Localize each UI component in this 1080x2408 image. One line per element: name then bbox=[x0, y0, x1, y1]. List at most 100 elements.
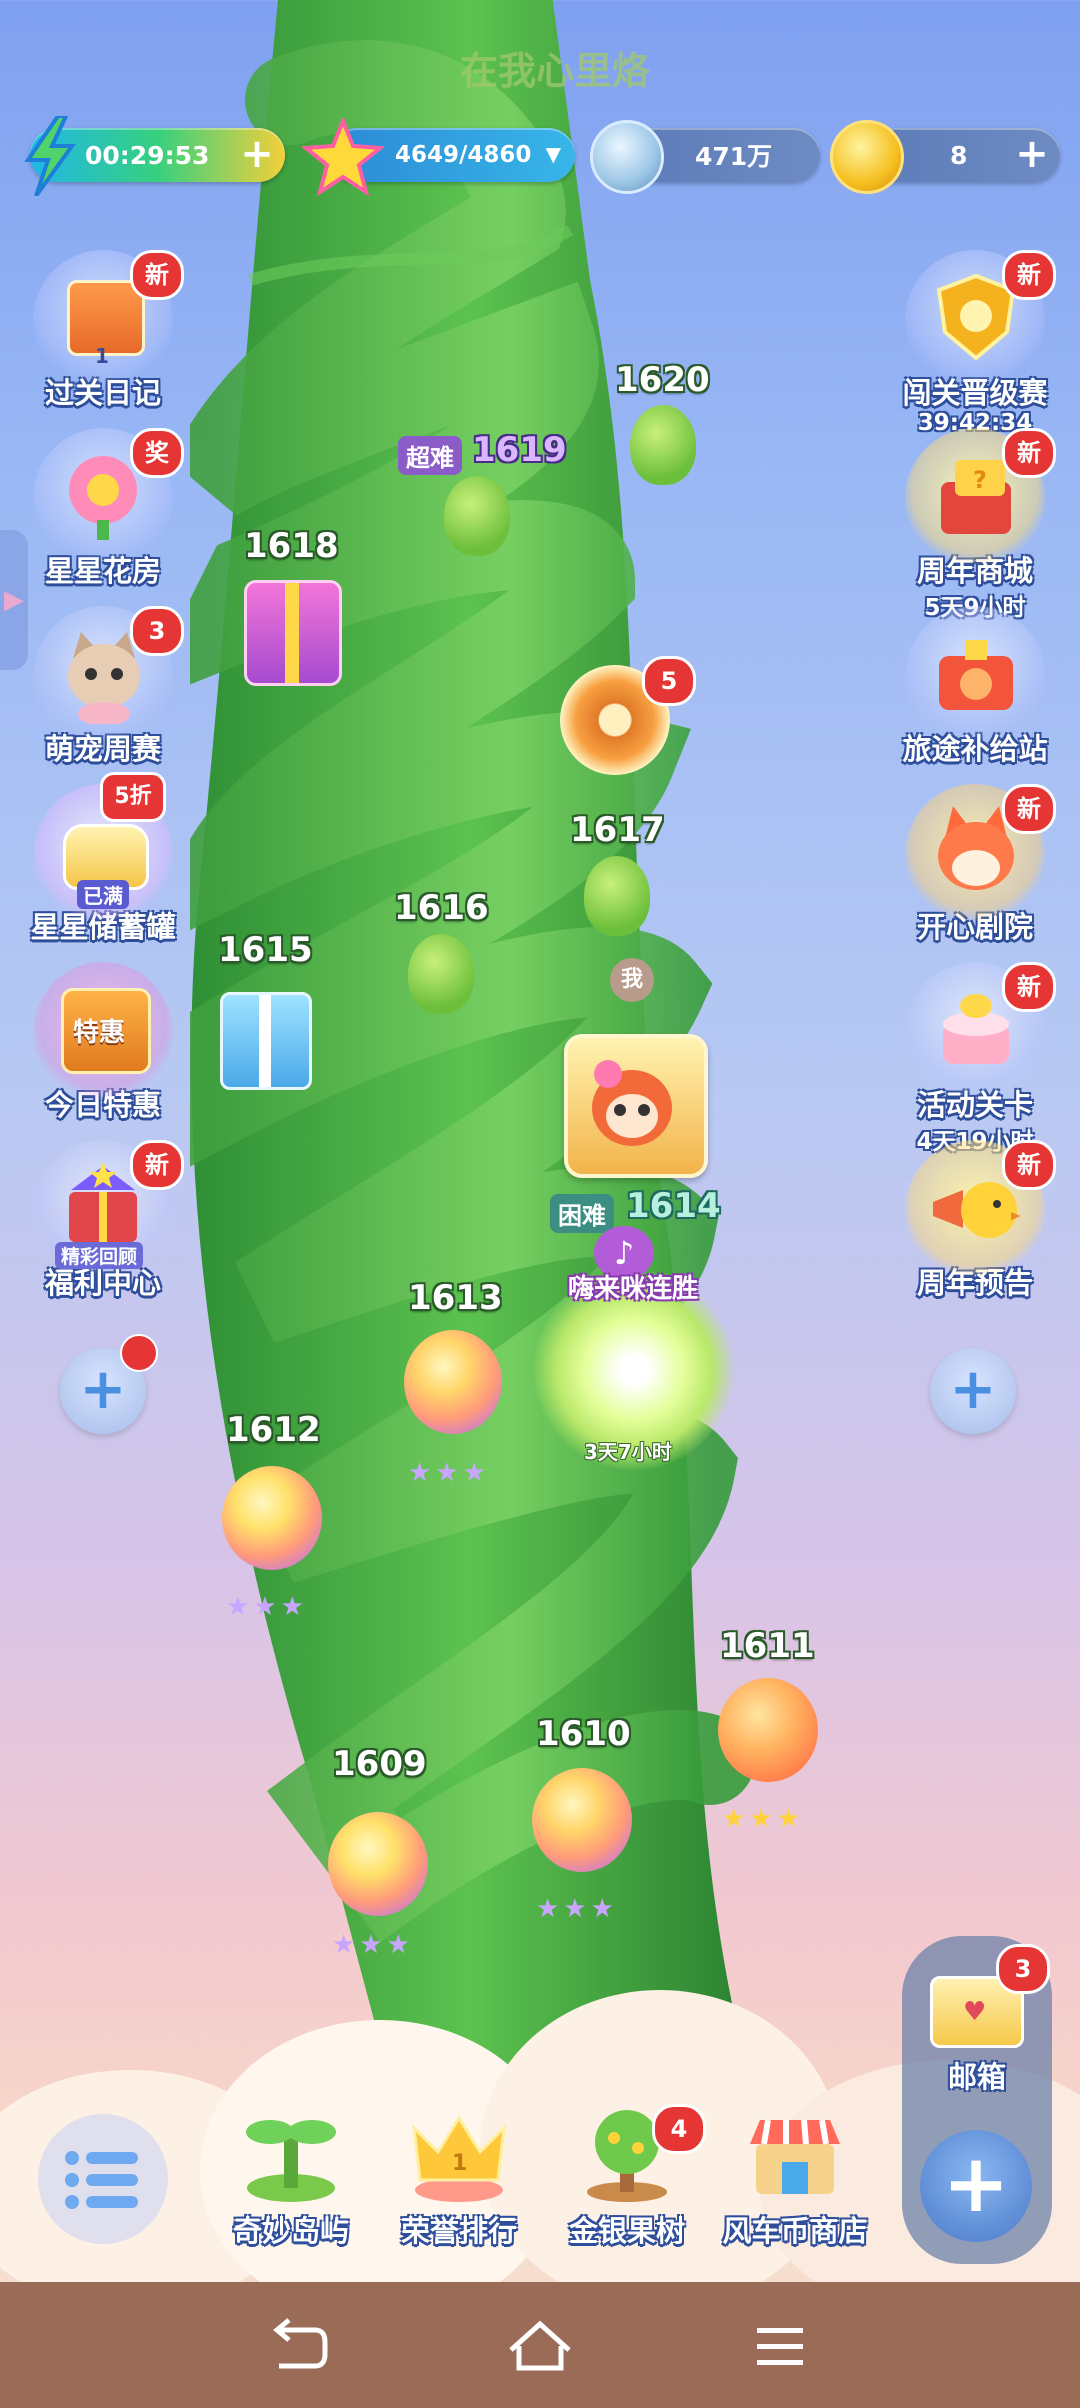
nav-windmill-coin-shop[interactable]: 风车币商店 bbox=[710, 2104, 880, 2250]
new-badge: 新 bbox=[130, 1140, 184, 1190]
me-marker: 我 bbox=[610, 958, 654, 1002]
event-title: 嗨来咪连胜 bbox=[568, 1274, 699, 1304]
stars-progress: 4649/4860 bbox=[395, 142, 532, 168]
level-node-1609[interactable] bbox=[328, 1812, 428, 1916]
new-badge: 新 bbox=[1002, 1140, 1056, 1190]
feature-anniversary-preview[interactable]: 周年预告 新 bbox=[890, 1140, 1060, 1302]
piggy-full-label: 已满 bbox=[77, 880, 129, 909]
level-number: 1610 bbox=[536, 1714, 631, 1754]
deal-sign: 特惠 bbox=[73, 1018, 126, 1048]
ribbon-icon bbox=[259, 995, 271, 1087]
level-number: 1613 bbox=[408, 1278, 503, 1318]
level-number: 1617 bbox=[570, 810, 665, 850]
tree-badge: 4 bbox=[652, 2104, 706, 2154]
nav-label: 金银果树 bbox=[568, 2214, 685, 2248]
back-icon[interactable] bbox=[265, 2312, 335, 2382]
svg-text:?: ? bbox=[973, 466, 987, 494]
mailbox-label: 邮箱 bbox=[947, 2060, 1006, 2094]
level-number: 1620 bbox=[615, 360, 710, 400]
discount-badge: 5折 bbox=[100, 772, 166, 822]
nav-wonder-island[interactable]: 奇妙岛屿 bbox=[206, 2104, 376, 2250]
diary-num: 1 bbox=[95, 344, 109, 368]
nav-honor-ranking[interactable]: 1 荣誉排行 bbox=[374, 2104, 544, 2250]
feature-pet-weekly[interactable]: 萌宠周赛 3 bbox=[18, 606, 188, 768]
system-navigation-bar bbox=[0, 2282, 1080, 2408]
star-rating: ★★★ bbox=[408, 1458, 490, 1488]
feature-happy-theater[interactable]: 开心剧院 新 bbox=[890, 784, 1060, 946]
menu-icon[interactable] bbox=[745, 2312, 815, 2382]
lightning-icon bbox=[24, 116, 76, 196]
palm-island-icon bbox=[246, 2120, 336, 2202]
svg-text:1: 1 bbox=[452, 2151, 467, 2176]
feature-star-piggy-bank[interactable]: 已满 星星储蓄罐 5折 bbox=[18, 772, 188, 946]
welfare-tag: 精彩回顾 bbox=[55, 1242, 144, 1269]
level-node-1617[interactable] bbox=[584, 856, 650, 936]
new-badge: 新 bbox=[1002, 784, 1056, 834]
feature-daily-deal[interactable]: 特惠 今日特惠 bbox=[18, 962, 188, 1124]
coins-amount: 471万 bbox=[695, 142, 773, 171]
level-node-1610[interactable] bbox=[532, 1768, 632, 1872]
gold-count: 8 bbox=[950, 140, 968, 170]
star-rating: ★★★ bbox=[332, 1930, 414, 1960]
new-badge: 新 bbox=[130, 250, 184, 300]
feature-anniversary-mall[interactable]: ? 周年商城 5天9小时 新 bbox=[890, 428, 1060, 622]
top-status-bar: 00:29:53 + 4649/4860 ▼ 471万 8 + bbox=[0, 116, 1080, 196]
spin-badge: 5 bbox=[642, 656, 696, 706]
level-node-1618-gift[interactable] bbox=[244, 580, 342, 686]
mail-badge: 3 bbox=[996, 1944, 1050, 1994]
player-avatar[interactable] bbox=[564, 1034, 708, 1178]
expand-menu-button[interactable]: + bbox=[920, 2130, 1032, 2242]
nav-label: 奇妙岛屿 bbox=[232, 2214, 349, 2248]
nav-label: 风车币商店 bbox=[722, 2214, 868, 2248]
shop-icon bbox=[750, 2119, 840, 2194]
level-number: 1609 bbox=[332, 1744, 427, 1784]
home-icon[interactable] bbox=[505, 2312, 575, 2382]
level-node-1619[interactable] bbox=[444, 476, 510, 556]
level-number: 1614 bbox=[626, 1186, 721, 1226]
star-rating: ★★★ bbox=[722, 1804, 804, 1834]
star-icon bbox=[302, 118, 384, 196]
reward-badge: 奖 bbox=[130, 428, 184, 478]
nav-gold-silver-tree[interactable]: 金银果树 4 bbox=[542, 2104, 712, 2250]
new-badge: 新 bbox=[1002, 428, 1056, 478]
level-number: 1612 bbox=[226, 1410, 321, 1450]
ribbon-icon bbox=[285, 583, 299, 683]
feature-level-promotion-race[interactable]: 闯关晋级赛 39:42:34 新 bbox=[890, 250, 1060, 436]
level-node-1620[interactable] bbox=[630, 405, 696, 485]
avatar-character-icon bbox=[592, 1060, 672, 1146]
add-gold-icon[interactable]: + bbox=[1014, 134, 1050, 174]
star-rating: ★★★ bbox=[536, 1894, 618, 1924]
list-menu-button[interactable] bbox=[38, 2114, 168, 2244]
chevron-down-icon[interactable]: ▼ bbox=[546, 142, 561, 166]
feature-welfare-center[interactable]: 精彩回顾 福利中心 新 bbox=[18, 1140, 188, 1302]
list-icon bbox=[65, 2151, 138, 2209]
level-number: 1619 bbox=[472, 430, 567, 470]
gold-coin-icon bbox=[830, 120, 904, 194]
song-title: 在我心里烙 bbox=[460, 49, 651, 93]
feature-event-level[interactable]: 活动关卡 4天19小时 新 bbox=[890, 962, 1060, 1156]
level-node-1616[interactable] bbox=[408, 934, 474, 1014]
add-energy-icon[interactable]: + bbox=[239, 134, 275, 174]
level-node-1612[interactable] bbox=[222, 1466, 322, 1570]
level-node-1613[interactable] bbox=[404, 1330, 502, 1434]
level-node-1615-gift[interactable] bbox=[220, 992, 312, 1090]
feature-travel-supply[interactable]: 旅途补给站 bbox=[890, 606, 1060, 768]
super-hard-tag: 超难 bbox=[398, 436, 462, 475]
crown-icon: 1 bbox=[412, 2115, 506, 2202]
new-badge: 新 bbox=[1002, 962, 1056, 1012]
new-badge: 新 bbox=[1002, 250, 1056, 300]
energy-timer: 00:29:53 bbox=[85, 140, 210, 170]
add-right-feature-button[interactable]: + bbox=[930, 1348, 1016, 1434]
level-number: 1616 bbox=[394, 888, 489, 928]
nav-label: 荣誉排行 bbox=[400, 2214, 517, 2248]
star-rating: ★★★ bbox=[226, 1592, 308, 1622]
count-badge: 3 bbox=[130, 606, 184, 656]
notification-dot bbox=[120, 1334, 158, 1372]
event-timer: 3天7小时 bbox=[584, 1440, 672, 1464]
hard-tag: 困难 bbox=[550, 1194, 614, 1233]
level-number: 1618 bbox=[244, 526, 339, 566]
level-number: 1615 bbox=[218, 930, 313, 970]
feature-star-greenhouse[interactable]: 星星花房 奖 bbox=[18, 428, 188, 590]
level-node-1611[interactable] bbox=[718, 1678, 818, 1782]
feature-pass-diary[interactable]: 1 过关日记 新 bbox=[18, 250, 188, 412]
